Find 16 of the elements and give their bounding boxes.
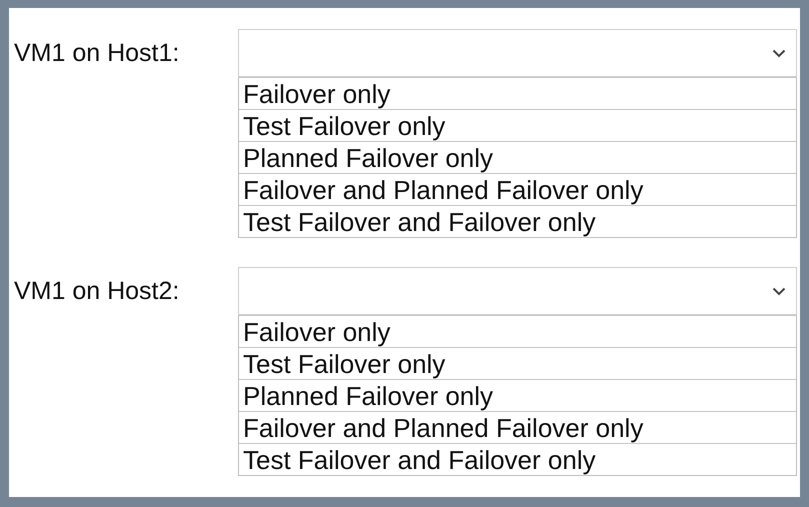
dropdown-option[interactable]: Failover only <box>239 315 796 347</box>
dropdown-option[interactable]: Failover and Planned Failover only <box>239 411 796 443</box>
dropdown-field[interactable] <box>238 267 797 315</box>
field-label: VM1 on Host1: <box>14 38 180 69</box>
dropdown-option[interactable]: Planned Failover only <box>239 379 796 411</box>
dropdown-option[interactable]: Test Failover only <box>239 109 796 141</box>
dropdown-option[interactable]: Failover only <box>239 77 796 109</box>
chevron-down-icon <box>772 48 786 58</box>
dropdown-option[interactable]: Failover and Planned Failover only <box>239 173 796 205</box>
dropdown-field[interactable] <box>238 29 797 77</box>
dropdown-option[interactable]: Test Failover and Failover only <box>239 443 796 475</box>
field-label: VM1 on Host2: <box>14 276 180 307</box>
chevron-down-icon <box>772 286 786 296</box>
dropdown-option[interactable]: Planned Failover only <box>239 141 796 173</box>
dropdown-option[interactable]: Test Failover only <box>239 347 796 379</box>
dropdown-option[interactable]: Test Failover and Failover only <box>239 205 796 237</box>
